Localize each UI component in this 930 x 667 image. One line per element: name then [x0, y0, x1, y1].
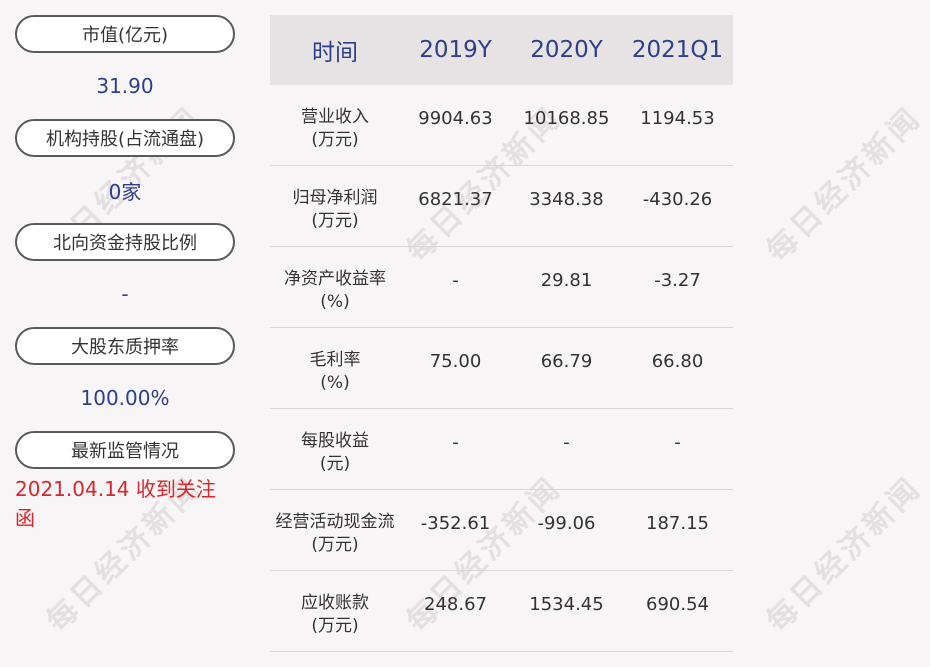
table-row: 毛利率 (%) 75.00 66.79 66.80 [270, 328, 733, 409]
metric-label-regulatory-status: 最新监管情况 [15, 431, 235, 469]
header-cell-2021q1: 2021Q1 [631, 37, 724, 63]
row-label-name: 营业收入 [301, 107, 369, 127]
metric-label-pledge-ratio: 大股东质押率 [15, 327, 235, 365]
header-cell-2020y: 2020Y [530, 37, 603, 63]
row-label-name: 经营活动现金流 [275, 512, 395, 532]
row-label-name: 归母净利润 [292, 188, 378, 208]
table-cell: 1534.45 [529, 594, 604, 615]
table-cell: 66.79 [540, 351, 593, 372]
row-label: 经营活动现金流 (万元) [270, 490, 400, 557]
table-header: 时间 2019Y 2020Y 2021Q1 [270, 15, 733, 85]
table-cell: - [452, 432, 459, 453]
table-cell: 1194.53 [640, 108, 715, 129]
row-label-name: 应收账款 [301, 593, 369, 613]
metric-value-institutional-holdings: 0家 [108, 179, 142, 204]
table-cell: -99.06 [537, 513, 596, 534]
page-root: 每日经济新闻 每日经济新闻 每日经济新闻 每日经济新闻 每日经济新闻 每日经济新… [0, 0, 930, 667]
financial-table: 时间 2019Y 2020Y 2021Q1 营业收入 (万元) 9904.63 … [270, 15, 733, 652]
row-label: 净资产收益率 (%) [270, 247, 400, 314]
row-label-name: 净资产收益率 [284, 269, 386, 289]
table-cell: -352.61 [420, 513, 491, 534]
watermark: 每日经济新闻 [759, 469, 929, 639]
metric-label-market-cap: 市值(亿元) [15, 15, 235, 53]
table-cell: 10168.85 [523, 108, 610, 129]
metric-value-northbound-ratio: - [121, 282, 129, 306]
table-cell: 75.00 [429, 351, 482, 372]
header-cell-2019y: 2019Y [419, 37, 492, 63]
table-row: 归母净利润 (万元) 6821.37 3348.38 -430.26 [270, 166, 733, 247]
row-label-unit: (万元) [311, 535, 359, 555]
metric-value-pledge-ratio: 100.00% [80, 386, 170, 410]
table-cell: 248.67 [424, 594, 487, 615]
metric-value-regulatory-status: 2021.04.14 收到关注函 [15, 477, 216, 530]
table-row: 每股收益 (元) - - - [270, 409, 733, 490]
table-cell: - [674, 432, 681, 453]
table-cell: 66.80 [651, 351, 704, 372]
table-cell: -430.26 [642, 189, 713, 210]
row-label-unit: (元) [319, 454, 351, 474]
metric-label-institutional-holdings: 机构持股(占流通盘) [15, 119, 235, 157]
table-cell: - [452, 270, 459, 291]
row-label: 每股收益 (元) [270, 409, 400, 476]
table-cell: 29.81 [540, 270, 593, 291]
row-label: 营业收入 (万元) [270, 85, 400, 152]
row-label: 归母净利润 (万元) [270, 166, 400, 233]
row-label: 应收账款 (万元) [270, 571, 400, 638]
table-cell: 3348.38 [529, 189, 604, 210]
table-row: 净资产收益率 (%) - 29.81 -3.27 [270, 247, 733, 328]
table-row: 营业收入 (万元) 9904.63 10168.85 1194.53 [270, 85, 733, 166]
metric-value-market-cap: 31.90 [96, 74, 154, 98]
row-label: 毛利率 (%) [270, 328, 400, 395]
row-label-name: 每股收益 [301, 431, 369, 451]
row-label-unit: (%) [320, 292, 350, 312]
table-cell: 9904.63 [418, 108, 493, 129]
watermark: 每日经济新闻 [759, 99, 929, 269]
table-cell: 6821.37 [418, 189, 493, 210]
row-label-unit: (万元) [311, 130, 359, 150]
table-cell: -3.27 [654, 270, 701, 291]
metric-label-northbound-ratio: 北向资金持股比例 [15, 223, 235, 261]
row-label-name: 毛利率 [309, 350, 361, 370]
row-label-unit: (%) [320, 373, 350, 393]
left-panel: 市值(亿元) 31.90 机构持股(占流通盘) 0家 北向资金持股比例 - 大股… [15, 15, 235, 535]
table-row: 经营活动现金流 (万元) -352.61 -99.06 187.15 [270, 490, 733, 571]
table-row: 应收账款 (万元) 248.67 1534.45 690.54 [270, 571, 733, 652]
table-cell: 187.15 [646, 513, 709, 534]
row-label-unit: (万元) [311, 616, 359, 636]
header-cell-period: 时间 [312, 40, 358, 66]
table-cell: - [563, 432, 570, 453]
row-label-unit: (万元) [311, 211, 359, 231]
table-cell: 690.54 [646, 594, 709, 615]
